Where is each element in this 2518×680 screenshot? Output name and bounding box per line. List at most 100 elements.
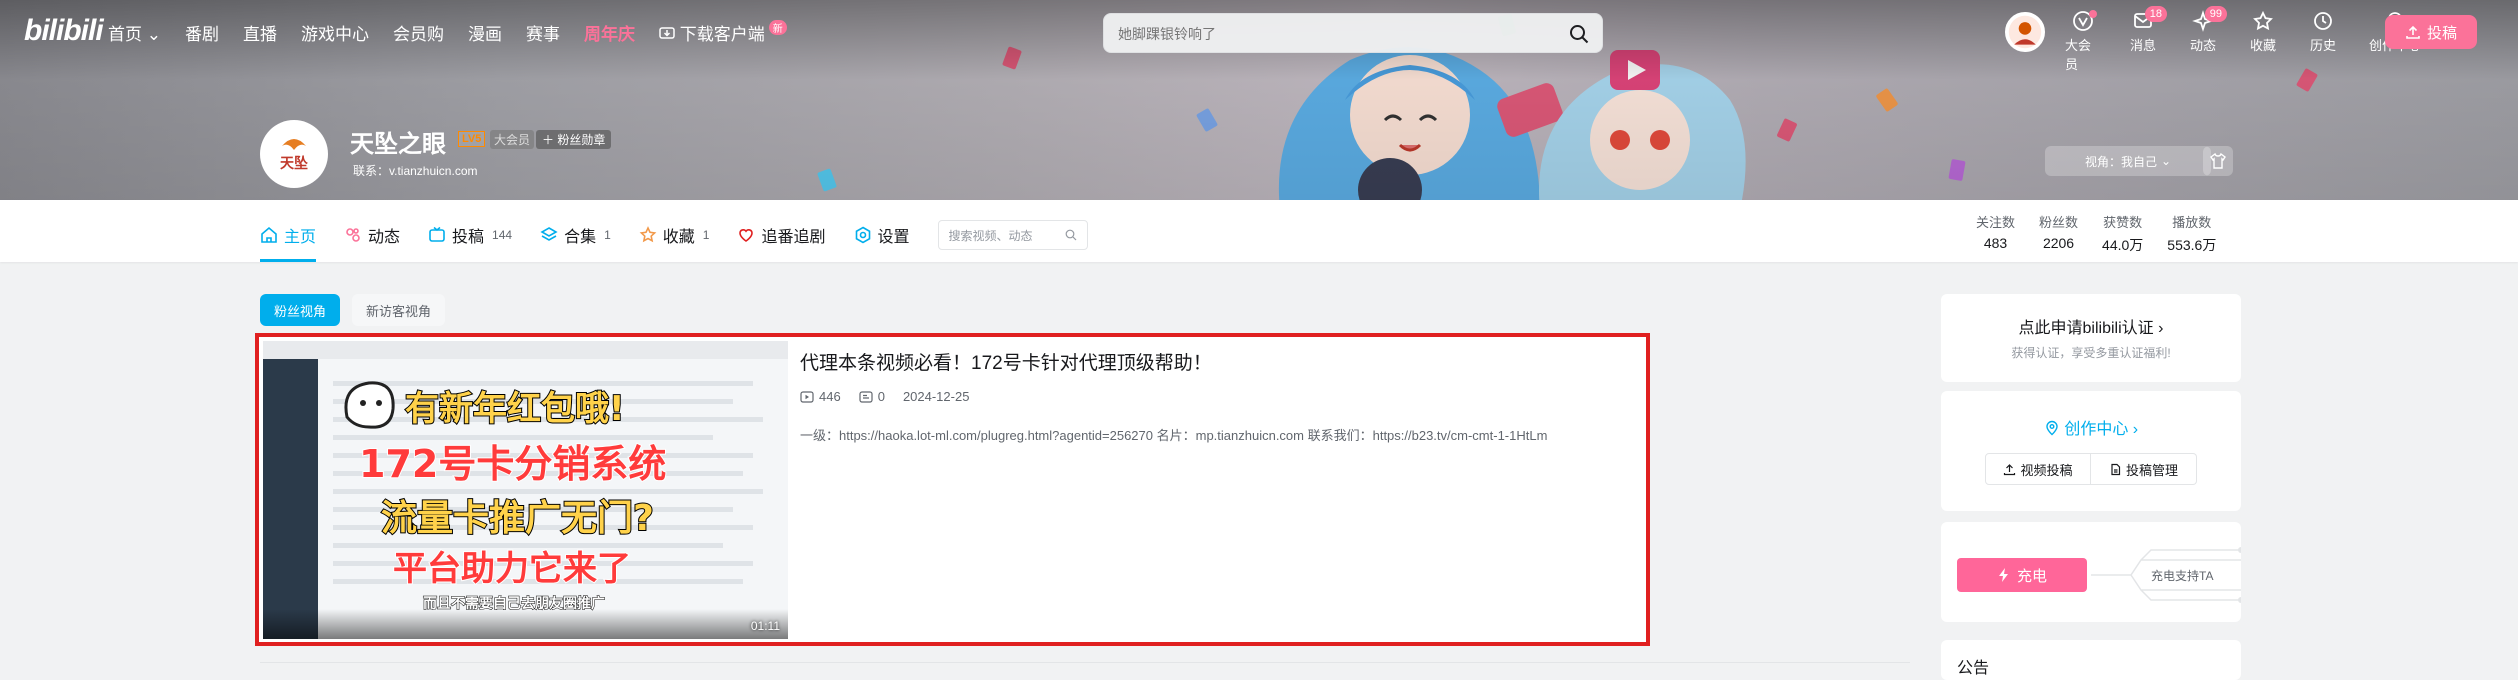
dynamic-icon [346,228,360,242]
main-nav: 首页 ⌄ 番剧 直播 游戏中心 会员购 漫画 赛事 周年庆 下载客户端新 [108,20,787,45]
tab-bangumi[interactable]: 追番追剧 [737,223,826,247]
tab-collections[interactable]: 合集 1 [540,223,611,247]
thumbnail-screenshot: 有新年红包哦! 172号卡分销系统 流量卡推广无门? 平台助力它来了 而且不需要… [263,341,788,639]
location-pin-icon [2046,420,2058,436]
star-icon [639,226,657,243]
profile-signature: 联系：v.tianzhuicn.com [353,164,478,178]
notice-title: 公告 [1957,660,1990,677]
profile-tab-bar: 主页 动态 投稿 144 合集 1 收藏 1 追番追剧 设置 搜索视频、动态 关… [0,200,2518,262]
tab-settings[interactable]: 设置 [854,223,910,247]
search-icon[interactable] [1065,229,1077,241]
featured-video-card[interactable]: 有新年红包哦! 172号卡分销系统 流量卡推广无门? 平台助力它来了 而且不需要… [255,333,1650,646]
user-avatar[interactable] [2005,12,2045,52]
profile-avatar[interactable]: 天坠 [260,120,328,188]
danmaku-icon [859,390,873,403]
publish-date: 2024-12-25 [902,389,970,404]
cert-subtitle: 获得认证，享受多重认证福利! [2011,346,2171,360]
nav-vip-shop[interactable]: 会员购 [393,20,444,45]
nav-game-center[interactable]: 游戏中心 [301,20,369,45]
history-icon [2314,12,2332,30]
view-as-selector[interactable]: 视角：我自己 ⌄ [2045,146,2211,176]
cert-title: 点此申请bilibili认证 › [2018,320,2164,337]
play-count: 446 [800,389,841,404]
creator-center-card: 创作中心 › 视频投稿 投稿管理 [1941,391,2241,511]
heart-icon [739,229,754,242]
layers-icon [540,227,558,241]
nav-history[interactable]: 历史 [2305,10,2341,73]
nav-anime[interactable]: 番剧 [185,20,219,45]
notice-card: 公告 [1941,640,2241,680]
nav-messages[interactable]: 18 消息 [2125,6,2167,73]
tab-uploads[interactable]: 投稿 144 [428,223,512,247]
active-tab-indicator [260,259,316,262]
video-title[interactable]: 代理本条视频必看！172号卡针对代理顶级帮助！ [800,348,1212,375]
chevron-down-icon: ⌄ [146,25,161,44]
nav-favorites[interactable]: 收藏 [2245,10,2281,73]
section-divider [260,662,1910,663]
tab-dynamic[interactable]: 动态 [344,223,400,247]
chevron-right-icon: › [2158,320,2164,337]
lightning-icon [1998,568,2008,582]
settings-icon [855,226,870,244]
thumb-line-1: 有新年红包哦! [404,388,626,430]
level-badge: LV5 [458,131,486,147]
tab-fan-view[interactable]: 粉丝视角 [260,294,341,326]
vip-badge[interactable]: 大会员 [490,130,535,149]
theme-dress-button[interactable] [2203,146,2233,176]
manage-uploads-button[interactable]: 投稿管理 [2091,453,2197,485]
video-duration: 01:11 [750,619,780,633]
thumb-line-3: 流量卡推广无门? [380,497,655,540]
message-count-badge: 18 [2144,6,2167,22]
bilibili-logo[interactable]: bilibili [24,14,104,48]
cartoon-mascot-icon [344,381,395,429]
charge-button[interactable]: 充电 [1957,558,2087,592]
video-meta: 446 0 2024-12-25 [800,389,969,404]
user-nav: 大会员 18 消息 99 动态 收藏 历史 创作中心 [2065,6,2425,73]
charge-tip: 充电支持TA [2151,569,2214,583]
nav-manga[interactable]: 漫画 [468,20,502,45]
perspective-tabs: 粉丝视角 新访客视角 [260,294,446,326]
charge-card: 充电 充电支持TA [1941,522,2241,622]
nav-download-client[interactable]: 下载客户端新 [659,20,787,45]
star-icon [2253,10,2273,31]
search-icon[interactable] [1568,23,1590,45]
stat-likes: 获赞数 44.0万 [2102,215,2144,253]
tv-icon [429,226,445,242]
stat-followers[interactable]: 粉丝数 2206 [2039,212,2078,255]
top-navigation: bilibili 首页 ⌄ 番剧 直播 游戏中心 会员购 漫画 赛事 周年庆 下… [0,0,2518,72]
upload-button[interactable]: 投稿 [2385,15,2477,49]
certification-card[interactable]: 点此申请bilibili认证 › 获得认证，享受多重认证福利! [1941,294,2241,382]
search-input[interactable] [1118,22,1558,46]
stat-following[interactable]: 关注数 483 [1976,212,2015,255]
avatar-image [2008,15,2042,49]
video-thumbnail[interactable]: 有新年红包哦! 172号卡分销系统 流量卡推广无门? 平台助力它来了 而且不需要… [263,341,788,639]
fans-medal-button[interactable]: ＋ 粉丝勋章 [536,130,612,149]
nav-dynamic[interactable]: 99 动态 [2185,6,2227,73]
nav-vip[interactable]: 大会员 [2065,10,2101,73]
tab-home[interactable]: 主页 [260,223,316,247]
nav-esports[interactable]: 赛事 [526,20,560,45]
thumb-line-4: 平台助力它来了 [392,548,632,590]
search-box [1103,13,1603,53]
nav-anniversary[interactable]: 周年庆 [584,20,635,45]
download-icon [659,27,675,39]
tab-search-box[interactable]: 搜索视频、动态 [937,220,1088,250]
home-icon [261,226,277,243]
nav-home[interactable]: 首页 ⌄ [108,20,161,45]
video-upload-button[interactable]: 视频投稿 [1985,453,2091,485]
thumb-line-2: 172号卡分销系统 [358,441,667,487]
document-icon [2111,463,2121,475]
profile-name: 天坠之眼 [350,131,446,158]
creator-actions: 视频投稿 投稿管理 [1985,453,2197,485]
profile-stats: 关注数 483 粉丝数 2206 获赞数 44.0万 播放数 553.6万 [1976,212,2216,255]
shirt-icon [2210,152,2226,169]
chevron-down-icon: ⌄ [2160,154,2172,168]
nav-live[interactable]: 直播 [243,20,277,45]
upload-icon [2004,463,2016,475]
creator-center-link[interactable]: 创作中心 › [1941,415,2241,439]
svg-text:天坠: 天坠 [280,156,308,172]
tab-new-visitor-view[interactable]: 新访客视角 [352,294,446,326]
dynamic-count-badge: 99 [2204,6,2227,22]
tab-favorites[interactable]: 收藏 1 [639,223,709,247]
danmaku-count: 0 [859,389,885,404]
